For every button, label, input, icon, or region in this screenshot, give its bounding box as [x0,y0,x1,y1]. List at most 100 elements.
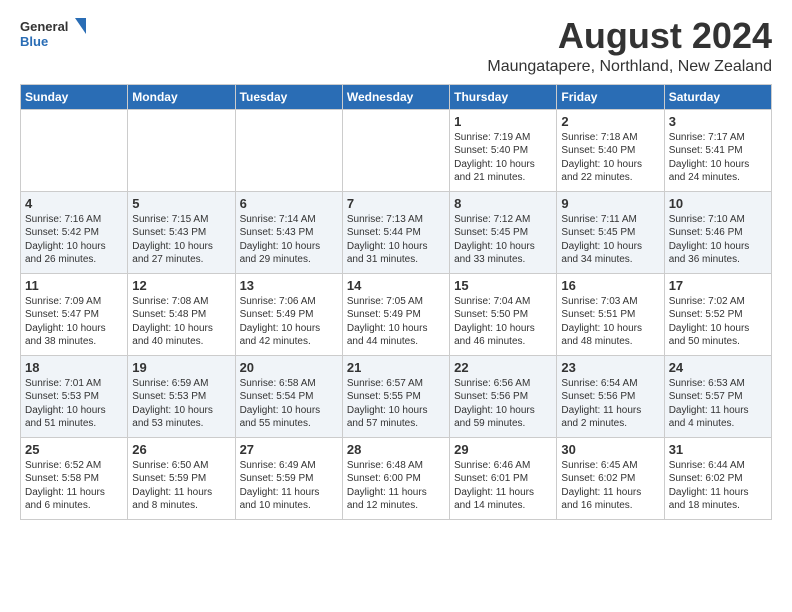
day-number: 7 [347,196,445,211]
day-number: 18 [25,360,123,375]
day-cell: 9 Sunrise: 7:11 AM Sunset: 5:45 PM Daylig… [557,191,664,273]
day-cell [342,109,449,191]
day-cell: 26Sunrise: 6:50 AM Sunset: 5:59 PM Dayli… [128,437,235,519]
day-cell: 16Sunrise: 7:03 AM Sunset: 5:51 PM Dayli… [557,273,664,355]
day-number: 13 [240,278,338,293]
header-row: Sunday Monday Tuesday Wednesday Thursday… [21,84,772,109]
day-number: 14 [347,278,445,293]
day-info: Sunrise: 6:57 AM Sunset: 5:55 PM Dayligh… [347,377,445,431]
day-number: 29 [454,442,552,457]
day-cell: 28 Sunrise: 6:48 AM Sunset: 6:00 PM Dayli… [342,437,449,519]
day-number: 27 [240,442,338,457]
day-info: Sunrise: 6:53 AM Sunset: 5:57 PM Dayligh… [669,377,767,431]
day-cell: 31 Sunrise: 6:44 AM Sunset: 6:02 PM Dayli… [664,437,771,519]
day-info: Sunrise: 7:15 AM Sunset: 5:43 PM Dayligh… [132,213,230,267]
day-number: 20 [240,360,338,375]
week-row-3: 11Sunrise: 7:09 AM Sunset: 5:47 PM Dayli… [21,273,772,355]
day-number: 12 [132,278,230,293]
day-cell: 19 Sunrise: 6:59 AM Sunset: 5:53 PM Dayli… [128,355,235,437]
week-row-1: 1 Sunrise: 7:19 AM Sunset: 5:40 PM Daylig… [21,109,772,191]
day-info: Sunrise: 6:48 AM Sunset: 6:00 PM Dayligh… [347,459,445,513]
day-info: Sunrise: 7:03 AM Sunset: 5:51 PM Dayligh… [561,295,659,349]
day-info: Sunrise: 7:04 AM Sunset: 5:50 PM Dayligh… [454,295,552,349]
day-cell: 21 Sunrise: 6:57 AM Sunset: 5:55 PM Dayli… [342,355,449,437]
logo: General Blue [20,16,90,52]
day-cell: 3Sunrise: 7:17 AM Sunset: 5:41 PM Daylig… [664,109,771,191]
day-info: Sunrise: 7:01 AM Sunset: 5:53 PM Dayligh… [25,377,123,431]
day-cell: 18 Sunrise: 7:01 AM Sunset: 5:53 PM Dayli… [21,355,128,437]
day-info: Sunrise: 7:12 AM Sunset: 5:45 PM Dayligh… [454,213,552,267]
day-cell: 5Sunrise: 7:15 AM Sunset: 5:43 PM Daylig… [128,191,235,273]
day-cell [21,109,128,191]
day-cell: 6Sunrise: 7:14 AM Sunset: 5:43 PM Daylig… [235,191,342,273]
day-number: 17 [669,278,767,293]
day-cell: 30Sunrise: 6:45 AM Sunset: 6:02 PM Dayli… [557,437,664,519]
day-cell: 10Sunrise: 7:10 AM Sunset: 5:46 PM Dayli… [664,191,771,273]
calendar-table: Sunday Monday Tuesday Wednesday Thursday… [20,84,772,520]
day-info: Sunrise: 7:02 AM Sunset: 5:52 PM Dayligh… [669,295,767,349]
day-cell: 8 Sunrise: 7:12 AM Sunset: 5:45 PM Daylig… [450,191,557,273]
day-cell [235,109,342,191]
day-cell: 22 Sunrise: 6:56 AM Sunset: 5:56 PM Dayli… [450,355,557,437]
day-info: Sunrise: 6:49 AM Sunset: 5:59 PM Dayligh… [240,459,338,513]
day-info: Sunrise: 7:18 AM Sunset: 5:40 PM Dayligh… [561,131,659,185]
day-number: 4 [25,196,123,211]
week-row-4: 18 Sunrise: 7:01 AM Sunset: 5:53 PM Dayli… [21,355,772,437]
day-info: Sunrise: 7:16 AM Sunset: 5:42 PM Dayligh… [25,213,123,267]
day-info: Sunrise: 7:11 AM Sunset: 5:45 PM Dayligh… [561,213,659,267]
day-cell: 17 Sunrise: 7:02 AM Sunset: 5:52 PM Dayli… [664,273,771,355]
day-number: 26 [132,442,230,457]
week-row-2: 4 Sunrise: 7:16 AM Sunset: 5:42 PM Daylig… [21,191,772,273]
subtitle: Maungatapere, Northland, New Zealand [487,58,772,76]
day-cell [128,109,235,191]
day-number: 30 [561,442,659,457]
day-info: Sunrise: 6:52 AM Sunset: 5:58 PM Dayligh… [25,459,123,513]
day-number: 28 [347,442,445,457]
day-info: Sunrise: 7:09 AM Sunset: 5:47 PM Dayligh… [25,295,123,349]
day-cell: 23 Sunrise: 6:54 AM Sunset: 5:56 PM Dayli… [557,355,664,437]
day-number: 25 [25,442,123,457]
col-saturday: Saturday [664,84,771,109]
logo-svg: General Blue [20,16,90,52]
day-info: Sunrise: 6:59 AM Sunset: 5:53 PM Dayligh… [132,377,230,431]
day-number: 1 [454,114,552,129]
day-number: 9 [561,196,659,211]
day-number: 19 [132,360,230,375]
col-thursday: Thursday [450,84,557,109]
day-number: 23 [561,360,659,375]
day-info: Sunrise: 7:08 AM Sunset: 5:48 PM Dayligh… [132,295,230,349]
week-row-5: 25 Sunrise: 6:52 AM Sunset: 5:58 PM Dayli… [21,437,772,519]
day-cell: 15 Sunrise: 7:04 AM Sunset: 5:50 PM Dayli… [450,273,557,355]
main-title: August 2024 [487,16,772,56]
day-number: 8 [454,196,552,211]
day-cell: 11Sunrise: 7:09 AM Sunset: 5:47 PM Dayli… [21,273,128,355]
col-sunday: Sunday [21,84,128,109]
day-cell: 13 Sunrise: 7:06 AM Sunset: 5:49 PM Dayli… [235,273,342,355]
day-info: Sunrise: 6:44 AM Sunset: 6:02 PM Dayligh… [669,459,767,513]
day-number: 31 [669,442,767,457]
day-cell: 4 Sunrise: 7:16 AM Sunset: 5:42 PM Daylig… [21,191,128,273]
svg-text:General: General [20,19,68,34]
col-wednesday: Wednesday [342,84,449,109]
day-number: 21 [347,360,445,375]
day-cell: 24 Sunrise: 6:53 AM Sunset: 5:57 PM Dayli… [664,355,771,437]
day-number: 15 [454,278,552,293]
col-friday: Friday [557,84,664,109]
day-info: Sunrise: 7:17 AM Sunset: 5:41 PM Dayligh… [669,131,767,185]
day-cell: 1 Sunrise: 7:19 AM Sunset: 5:40 PM Daylig… [450,109,557,191]
day-cell: 25 Sunrise: 6:52 AM Sunset: 5:58 PM Dayli… [21,437,128,519]
col-monday: Monday [128,84,235,109]
day-info: Sunrise: 7:19 AM Sunset: 5:40 PM Dayligh… [454,131,552,185]
svg-text:Blue: Blue [20,34,48,49]
col-tuesday: Tuesday [235,84,342,109]
day-number: 24 [669,360,767,375]
day-info: Sunrise: 6:54 AM Sunset: 5:56 PM Dayligh… [561,377,659,431]
day-info: Sunrise: 6:46 AM Sunset: 6:01 PM Dayligh… [454,459,552,513]
day-info: Sunrise: 7:06 AM Sunset: 5:49 PM Dayligh… [240,295,338,349]
day-info: Sunrise: 6:56 AM Sunset: 5:56 PM Dayligh… [454,377,552,431]
day-cell: 14Sunrise: 7:05 AM Sunset: 5:49 PM Dayli… [342,273,449,355]
day-cell: 12 Sunrise: 7:08 AM Sunset: 5:48 PM Dayli… [128,273,235,355]
day-cell: 29 Sunrise: 6:46 AM Sunset: 6:01 PM Dayli… [450,437,557,519]
day-cell: 2Sunrise: 7:18 AM Sunset: 5:40 PM Daylig… [557,109,664,191]
day-number: 22 [454,360,552,375]
